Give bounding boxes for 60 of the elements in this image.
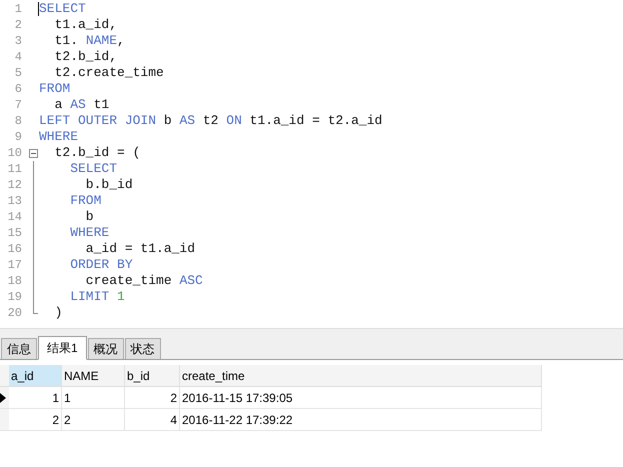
tab[interactable]: 信息 [1,338,37,359]
code-line: t2.b_id, [54,49,118,65]
line-number: 10 [6,145,22,161]
tab[interactable]: 结果1 [38,336,87,360]
text-cursor [38,2,39,16]
line-number: 13 [6,193,22,209]
line-number: 5 [14,65,22,81]
column-header[interactable]: NAME [62,365,125,386]
line-number: 19 [6,289,22,305]
code-line: LEFT OUTER JOIN b AS t2 ON t1.a_id = t2.a_id [39,113,382,129]
code-line: t2.create_time [54,65,164,81]
code-line: WHERE [69,225,110,241]
tab[interactable]: 状态 [124,338,161,359]
table-cell: 4 [125,409,180,430]
fold-toggle[interactable] [29,149,38,158]
code-line: b.b_id [84,177,133,193]
code-line: ) [54,305,62,321]
code-line: FROM [39,81,70,97]
tab[interactable]: 概况 [88,338,124,359]
column-header[interactable]: a_id [9,365,62,386]
code-line: a_id = t1.a_id [84,241,196,257]
code-line: create_time ASC [84,273,203,289]
table-cell: 2 [9,409,62,430]
code-line: b [84,209,94,225]
line-number: 3 [14,33,22,49]
line-number: 17 [6,257,22,273]
table-cell: 1 [9,387,62,408]
line-number: 7 [14,97,22,113]
line-number: 11 [6,161,22,177]
table-cell: 2016-11-22 17:39:22 [180,409,542,430]
table-cell: 2 [62,409,125,430]
line-number: 2 [14,17,22,33]
line-number: 18 [6,273,22,289]
line-number: 1 [14,1,22,17]
code-line: t2.b_id = ( [54,145,140,161]
table-cell: 1 [62,387,125,408]
code-line: a AS t1 [54,97,110,113]
line-number: 14 [6,209,22,225]
fold-end [33,305,38,314]
row-header[interactable] [0,387,9,408]
code-line: WHERE [39,129,78,145]
line-number: 12 [6,177,22,193]
line-number: 15 [6,225,22,241]
code-line: FROM [69,193,102,209]
code-line: SELECT [39,1,86,17]
line-number: 8 [14,113,22,129]
line-number: 16 [6,241,22,257]
code-line: LIMIT 1 [69,289,125,305]
code-line: t1.a_id, [54,17,118,33]
line-number: 6 [14,81,22,97]
line-number: 9 [14,129,22,145]
table-cell: 2 [125,387,180,408]
code-line: ORDER BY [69,257,133,273]
code-line: t1. NAME, [54,33,125,49]
line-number: 4 [14,49,22,65]
column-header[interactable]: b_id [125,365,180,386]
table-cell: 2016-11-15 17:39:05 [180,387,542,408]
column-header[interactable]: create_time [180,365,542,386]
line-number: 20 [6,305,22,321]
code-line: SELECT [69,161,118,177]
